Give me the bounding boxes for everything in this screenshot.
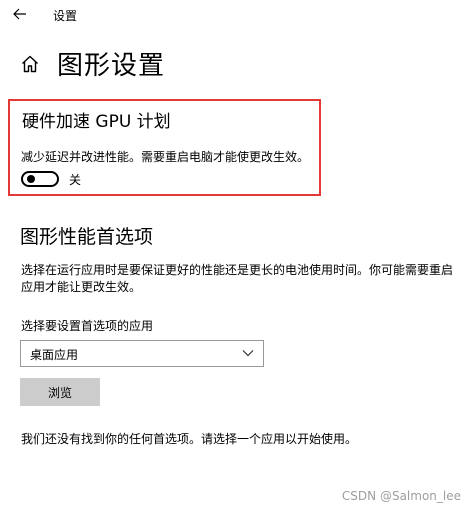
app-title: 设置 [53, 9, 78, 23]
app-type-select-value: 桌面应用 [30, 348, 79, 362]
arrow-left-icon [13, 8, 26, 20]
settings-page: 设置 图形设置 硬件加速 GPU 计划 减少延迟并改进性能。需要重启电脑才能使更… [0, 0, 474, 511]
toggle-knob [27, 175, 35, 183]
browse-button[interactable]: 浏览 [20, 378, 100, 406]
app-type-select[interactable]: 桌面应用 [20, 340, 264, 367]
app-type-select-label: 选择要设置首选项的应用 [21, 319, 154, 333]
watermark: CSDN @Salmon_lee [341, 489, 461, 503]
toggle-state-label: 关 [69, 173, 82, 187]
chevron-down-icon [242, 350, 254, 357]
gpu-scheduling-heading: 硬件加速 GPU 计划 [22, 112, 171, 132]
back-button[interactable] [10, 4, 30, 24]
gpu-scheduling-toggle[interactable] [21, 171, 59, 187]
title-bar: 设置 [0, 0, 474, 30]
page-title: 图形设置 [57, 51, 166, 81]
graphics-preference-description: 选择在运行应用时是要保证更好的性能还是更长的电池使用时间。你可能需要重启应用才能… [21, 263, 454, 294]
empty-preferences-note: 我们还没有找到你的任何首选项。请选择一个应用以开始使用。 [21, 432, 358, 446]
home-button[interactable] [20, 54, 40, 74]
graphics-preference-heading: 图形性能首选项 [20, 226, 154, 248]
home-icon [22, 55, 38, 73]
gpu-scheduling-description: 减少延迟并改进性能。需要重启电脑才能使更改生效。 [21, 150, 310, 164]
